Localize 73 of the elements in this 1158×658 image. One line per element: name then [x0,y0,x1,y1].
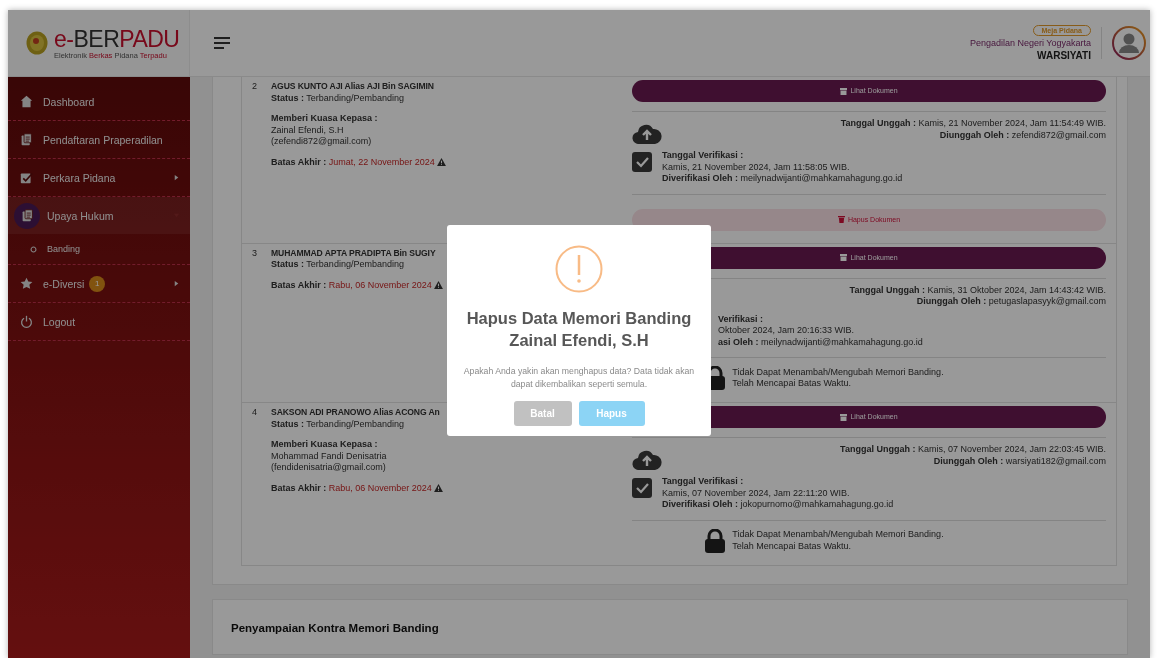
sidebar-item[interactable]: Dashboard [8,83,190,121]
sidebar-item[interactable]: Pendaftaran Praperadilan [8,121,190,159]
status-text: Status : Terbanding/Pembanding [271,418,405,430]
section-title: Penyampaian Kontra Memori Banding [231,621,440,634]
verifier-text: Diverifikasi Oleh : meilynadwijanti@mahkamahagung.go.id [662,173,903,185]
lock-message: Tidak Dapat Menambah/Mengubah Memori Banding. Telah Mencapai Batas Waktu. [732,529,944,552]
count-badge: 1 [89,275,106,292]
verification-label: Tanggal Verifikasi : [662,150,745,162]
status-text: Status : Terbanding/Pembanding [271,259,405,271]
defendant-name: MUHAMMAD APTA PRADIPTA Bin SUGIY [271,247,437,259]
attorney-name: Zainal Efendi, S.H [271,124,345,136]
archive-icon [840,254,848,261]
defendant-name: SAKSON ADI PRANOWO Alias ACONG An [271,407,441,419]
warning-icon [434,280,444,289]
verification-date: Kamis, 21 November 2024, Jam 11:58:05 WIB. [662,161,851,173]
attorney-label: Memberi Kuasa Kepasa : [271,439,379,451]
attorney-email: (zefendi872@gmail.com) [271,136,373,148]
row-number: 3 [252,247,258,260]
sidebar-item[interactable]: e-Diversi 1 [8,265,190,303]
lock-icon [704,528,727,553]
attorney-name: Mohammad Fandi Denisatria [271,450,388,462]
defendant-name: AGUS KUNTO AJI Alias AJI Bin SAGIMIN [271,81,435,93]
app-logo-title: e-BERPADU [54,26,180,51]
cloud-upload-icon [632,448,662,470]
archive-icon [840,87,848,95]
user-name: WARSIYATI [1037,50,1091,61]
sidebar-item[interactable]: Logout [8,303,190,341]
warning-icon [437,157,447,166]
star-icon [20,277,33,290]
sidebar-item[interactable]: Perkara Pidana [8,159,190,197]
verification-label: Verifikasi : [718,313,765,325]
home-icon [20,95,33,108]
exclamation-icon [555,244,603,293]
dialog-message: Apakah Anda yakin akan menghapus data? Data tidak akan dapat dikembalikan seperti semula. [462,364,696,391]
sidebar-subitem[interactable]: Banding [8,234,190,265]
trash-icon [837,216,845,223]
archive-icon [840,413,848,421]
upload-date-text: Tanggal Unggah : Kamis, 07 November 2024, Jam 22:03:45 WIB. [840,444,1106,456]
pages-icon [20,133,33,146]
emblem-icon [26,31,48,55]
verifier-text: asi Oleh : meilynadwijanti@mahkamahagung.go.id [718,336,923,348]
court-name: Pengadilan Negeri Yogyakarta [969,38,1091,48]
upload-date-text: Tanggal Unggah : Kamis, 21 November 2024, Jam 11:54:49 WIB. [840,118,1106,130]
deadline-text: Batas Akhir : Rabu, 06 November 2024 [271,279,444,291]
attorney-email: (fendidenisatria@gmail.com) [271,462,387,474]
pages-icon [20,209,34,222]
cloud-upload-icon [632,122,662,144]
uploader-text: Diunggah Oleh : warsiyati182@gmail.com [932,455,1106,467]
verification-label: Tanggal Verifikasi : [662,476,745,488]
verifier-text: Diverifikasi Oleh : jokopurnomo@mahkamahagung.go.id [662,499,894,511]
verification-date: Oktober 2024, Jam 20:16:33 WIB. [718,325,856,337]
row-number: 4 [252,407,258,419]
row-number: 2 [252,81,258,93]
edit-icon [20,171,33,184]
lock-message: Tidak Dapat Menambah/Mengubah Memori Banding. Telah Mencapai Batas Waktu. [732,366,944,390]
avatar-icon[interactable] [1112,26,1146,60]
dialog-title: Hapus Data Memori Banding Zainal Efendi, S.H [466,307,692,351]
warning-icon [434,483,444,492]
uploader-text: Diunggah Oleh : zefendi872@gmail.com [938,129,1106,141]
caret-icon [173,174,180,181]
checkbox-icon [632,152,652,172]
caret-icon [173,280,180,287]
verification-date: Kamis, 07 November 2024, Jam 22:11:20 WIB. [662,487,851,499]
deadline-text: Batas Akhir : Rabu, 06 November 2024 [271,482,444,494]
deadline-text: Batas Akhir : Jumat, 22 November 2024 [271,156,447,168]
status-text: Status : Terbanding/Pembanding [271,92,405,104]
menu-icon[interactable] [214,36,230,50]
attorney-label: Memberi Kuasa Kepasa : [271,113,379,125]
power-icon [20,315,33,328]
checkbox-icon [632,478,652,498]
uploader-text: Diunggah Oleh : petugaslapasyyk@gmail.com [915,296,1106,308]
circle-icon [30,245,37,253]
upload-date-text: Tanggal Unggah : Kamis, 31 Oktober 2024, Jam 14:43:42 WIB. [849,284,1106,296]
